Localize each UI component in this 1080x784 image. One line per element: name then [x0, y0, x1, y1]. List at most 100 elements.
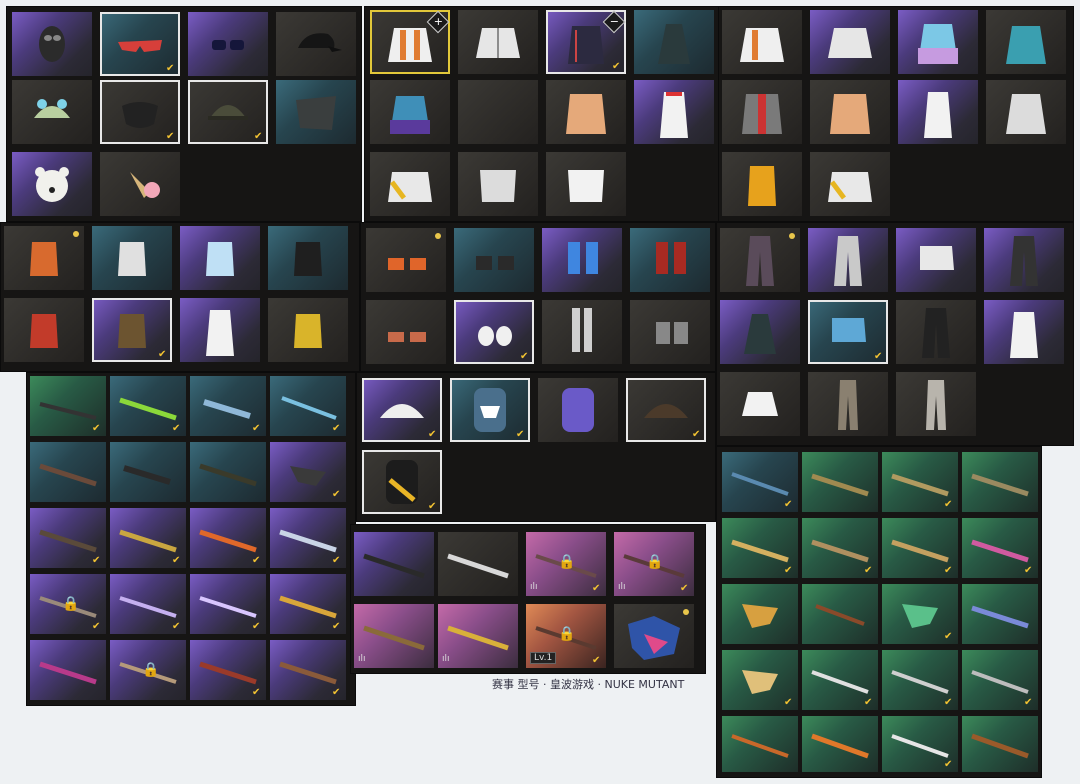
item-slot-orange-jacket[interactable]: +	[370, 10, 450, 74]
item-slot-rifle-dark[interactable]	[354, 532, 434, 596]
item-slot-shoes-loafers[interactable]	[366, 300, 446, 364]
item-slot-yellow-jacket-2[interactable]	[810, 152, 890, 216]
item-slot-smg-blue[interactable]: ✔	[190, 376, 266, 436]
item-slot-sniper-teal[interactable]: ✔	[722, 452, 798, 512]
item-slot-locked-pink-rifle-2[interactable]: 🔒 ılı ✔	[614, 532, 694, 596]
item-slot-red-glasses[interactable]: ✔	[100, 12, 180, 76]
item-slot-black-pants[interactable]	[984, 228, 1064, 292]
item-slot-green-rifle[interactable]: ✔	[110, 376, 186, 436]
item-slot-dress[interactable]	[634, 10, 714, 74]
item-slot-galaxy-backpack[interactable]	[538, 378, 618, 442]
item-slot-rifle-pink[interactable]	[30, 640, 106, 700]
item-slot-parka[interactable]	[898, 10, 978, 74]
item-slot-helmet-goggles[interactable]	[12, 80, 92, 144]
item-slot-rifle-tan[interactable]: ılı	[354, 604, 434, 668]
item-slot-scar-camo[interactable]	[438, 532, 518, 596]
item-slot-cap[interactable]	[276, 12, 356, 76]
item-slot-rifle-orange[interactable]	[802, 716, 878, 772]
item-slot-m416[interactable]: ✔	[30, 508, 106, 568]
item-slot-rifle-black[interactable]	[190, 442, 266, 502]
item-slot-gloves-yellow[interactable]	[268, 298, 348, 362]
item-slot-gloves-mitten[interactable]	[180, 226, 260, 290]
item-slot-gloves-black[interactable]	[268, 226, 348, 290]
item-slot-shoes-sneakers[interactable]	[454, 228, 534, 292]
item-slot-pistol-purple[interactable]: ✔	[270, 442, 346, 502]
item-slot-rifle-gold[interactable]: ✔	[270, 574, 346, 634]
item-slot-blue-hoodie[interactable]	[370, 80, 450, 144]
item-slot-white-jacket[interactable]	[458, 10, 538, 74]
item-slot-smg-black[interactable]	[110, 442, 186, 502]
item-slot-tactical-pants[interactable]	[896, 300, 976, 364]
item-slot-flare-gun[interactable]: ✔	[882, 584, 958, 644]
item-slot-rifle-pink-2[interactable]: ✔	[962, 518, 1038, 578]
item-slot-locked-pink-rifle[interactable]: 🔒 ılı ✔	[526, 532, 606, 596]
item-slot-ak-orange[interactable]: ✔	[190, 508, 266, 568]
item-slot-rifle-gold-2[interactable]: ılı	[438, 604, 518, 668]
item-slot-sniper-black[interactable]: ✔	[882, 650, 958, 710]
item-slot-yellow-backpack[interactable]: ✔	[362, 450, 442, 514]
item-slot-rifle-orange-wood[interactable]	[722, 716, 798, 772]
item-slot-rifle-lavender[interactable]: ✔	[190, 574, 266, 634]
item-slot-rifle-desert[interactable]: ✔	[882, 452, 958, 512]
item-slot-sniper-blue[interactable]: ✔	[270, 376, 346, 436]
item-slot-smg-gold[interactable]: ✔	[722, 518, 798, 578]
item-slot-white-jumpsuit-3[interactable]	[180, 298, 260, 362]
item-slot-boots-red[interactable]	[630, 228, 710, 292]
item-slot-gray-boots[interactable]	[630, 300, 710, 364]
item-slot-cap-patterned[interactable]: ✔	[362, 378, 442, 442]
item-slot-teal-hoodie[interactable]	[986, 10, 1066, 74]
item-slot-rifle-violet[interactable]: ✔	[110, 574, 186, 634]
item-slot-ak-brown[interactable]: ✔	[270, 640, 346, 700]
item-slot-camo-pants[interactable]	[720, 228, 800, 292]
item-slot-pistol-gold-2[interactable]: ✔	[722, 650, 798, 710]
item-slot-rifle-white[interactable]: ✔	[270, 508, 346, 568]
item-slot-white-jacket-2[interactable]	[810, 10, 890, 74]
item-slot-dark-glasses[interactable]	[188, 12, 268, 76]
item-slot-empty[interactable]	[458, 80, 538, 144]
item-slot-pistol-gold[interactable]	[722, 584, 798, 644]
item-slot-locked-rifle[interactable]: 🔒 ✔	[30, 574, 106, 634]
item-slot-white-jumpsuit-2[interactable]	[898, 80, 978, 144]
item-slot-yellow-jacket[interactable]	[370, 152, 450, 216]
item-slot-vest[interactable]	[722, 152, 802, 216]
item-slot-rifle-sand[interactable]: ✔	[882, 518, 958, 578]
item-slot-gloves-gold[interactable]: ✔	[92, 298, 172, 362]
item-slot-gloves-white[interactable]	[92, 226, 172, 290]
item-slot-level-helmet[interactable]: ✔	[626, 378, 706, 442]
item-slot-swim-shorts[interactable]: ✔	[808, 300, 888, 364]
item-slot-balaclava[interactable]	[276, 80, 356, 144]
item-slot-map-emblem[interactable]	[614, 604, 694, 668]
item-slot-mask[interactable]	[12, 12, 92, 76]
item-slot-rifle-wood[interactable]: ✔	[802, 518, 878, 578]
item-slot-skirt[interactable]	[720, 372, 800, 436]
item-slot-orange-jacket-2[interactable]	[722, 10, 802, 74]
item-slot-military-helmet[interactable]: ✔	[188, 80, 268, 144]
item-slot-locked-level-rifle[interactable]: 🔒 Lv.1 ✔	[526, 604, 606, 668]
item-slot-locked-shotgun[interactable]: 🔒	[110, 640, 186, 700]
item-slot-shark-backpack[interactable]: ✔	[450, 378, 530, 442]
item-slot-white-tshirt[interactable]	[458, 152, 538, 216]
item-slot-rifle-camo[interactable]	[802, 452, 878, 512]
item-slot-paw-slippers[interactable]: ✔	[454, 300, 534, 364]
item-slot-muscle-suit-2[interactable]	[810, 80, 890, 144]
item-slot-sniper-white[interactable]: ✔	[802, 650, 878, 710]
item-slot-polar-bear-head[interactable]	[12, 152, 92, 216]
item-slot-white-jumpsuit-4[interactable]	[984, 300, 1064, 364]
item-slot-shotgun-silver[interactable]: ✔	[882, 716, 958, 772]
item-slot-white-tshirt-2[interactable]	[546, 152, 626, 216]
item-slot-shoes-orange[interactable]	[366, 228, 446, 292]
item-slot-m416-gold[interactable]: ✔	[110, 508, 186, 568]
item-slot-boots-blue[interactable]	[542, 228, 622, 292]
item-slot-shotgun[interactable]: ✔	[30, 376, 106, 436]
item-slot-gloves-red[interactable]	[4, 298, 84, 362]
item-slot-crossbow[interactable]	[802, 584, 878, 644]
item-slot-gloves-orange[interactable]	[4, 226, 84, 290]
item-slot-leggings[interactable]	[808, 372, 888, 436]
item-slot-muscle-suit[interactable]	[546, 80, 626, 144]
item-slot-face-mask[interactable]: ✔	[100, 80, 180, 144]
item-slot-rifle-red[interactable]: ✔	[190, 640, 266, 700]
item-slot-white-hoodie[interactable]	[986, 80, 1066, 144]
item-slot-rifle-wood-2[interactable]	[962, 716, 1038, 772]
item-slot-ak[interactable]	[30, 442, 106, 502]
item-slot-tall-boots[interactable]	[542, 300, 622, 364]
